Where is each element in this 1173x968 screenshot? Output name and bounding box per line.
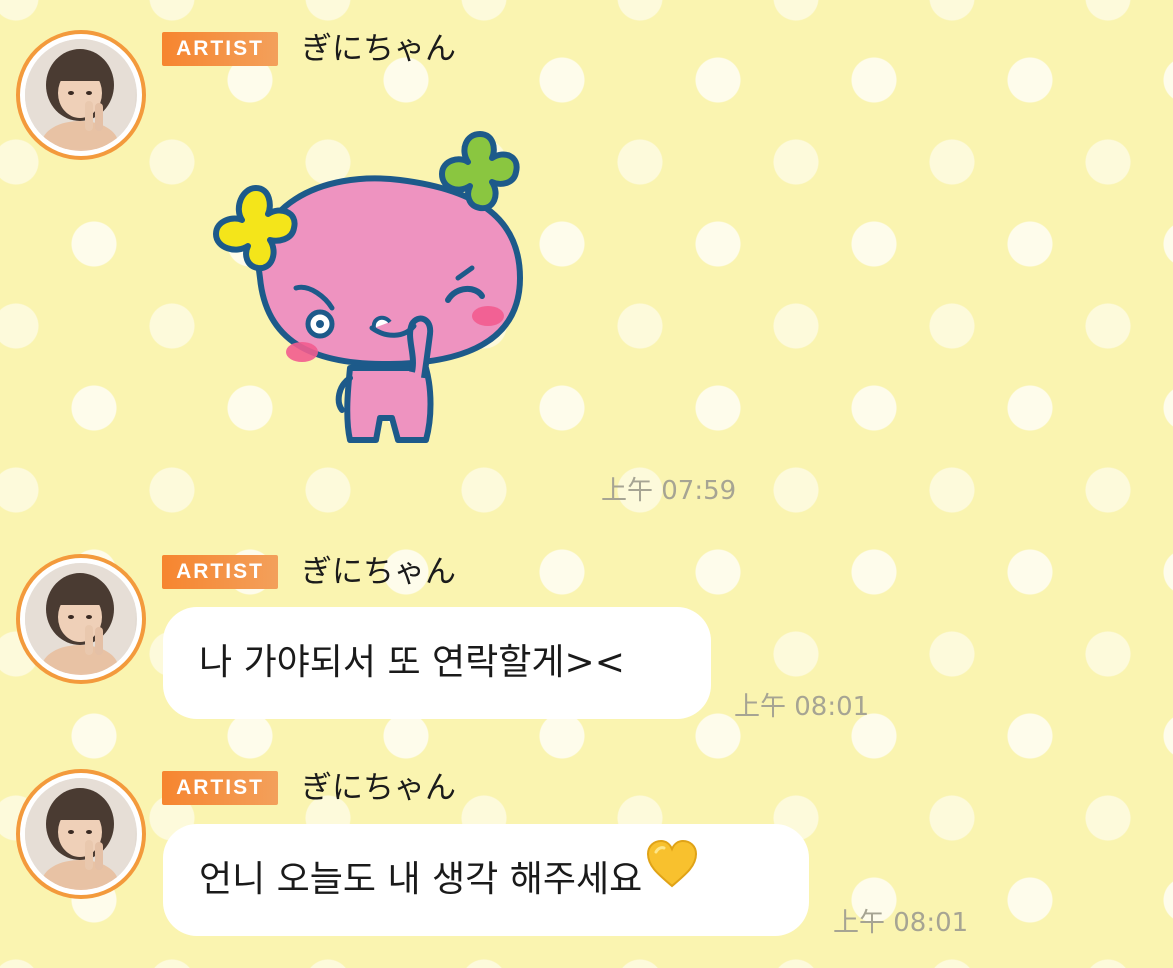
message-bubble[interactable]: 나 가야되서 또 연락할게>< <box>163 607 711 719</box>
pink-character-sticker[interactable] <box>200 128 540 458</box>
artist-badge: ARTIST <box>162 771 278 805</box>
artist-badge: ARTIST <box>162 555 278 589</box>
avatar[interactable] <box>16 769 146 899</box>
artist-badge: ARTIST <box>162 32 278 66</box>
message-time: 上午 08:01 <box>833 908 969 938</box>
sender-name: ぎにちゃん <box>301 554 456 590</box>
avatar-photo <box>25 778 137 890</box>
sender-name: ぎにちゃん <box>301 31 456 67</box>
yellow-heart-icon <box>646 821 698 933</box>
sender-name: ぎにちゃん <box>301 770 456 806</box>
message-text: 나 가야되서 또 연락할게>< <box>199 642 625 683</box>
message-text: 언니 오늘도 내 생각 해주세요 <box>199 859 643 900</box>
avatar[interactable] <box>16 30 146 160</box>
avatar-photo <box>25 563 137 675</box>
message-time: 上午 08:01 <box>734 692 870 722</box>
avatar[interactable] <box>16 554 146 684</box>
message-time: 上午 07:59 <box>601 476 737 506</box>
chat-area: ARTIST ぎにちゃん 上午 07:59 ARTIST ぎにちゃん 나 가야되… <box>0 0 1173 968</box>
message-bubble[interactable]: 언니 오늘도 내 생각 해주세요 <box>163 824 809 936</box>
avatar-photo <box>25 39 137 151</box>
